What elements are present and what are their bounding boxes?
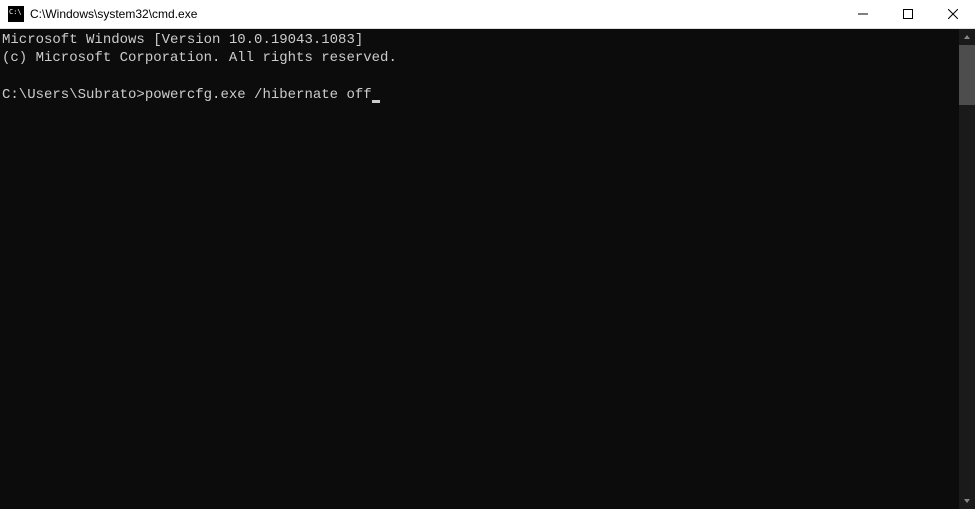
command-input[interactable]: powercfg.exe /hibernate off: [145, 87, 372, 103]
prompt: C:\Users\Subrato>: [2, 87, 145, 103]
scroll-thumb[interactable]: [959, 45, 975, 105]
close-button[interactable]: [930, 0, 975, 28]
vertical-scrollbar[interactable]: [959, 29, 975, 509]
chevron-down-icon: [963, 497, 971, 505]
window-title: C:\Windows\system32\cmd.exe: [30, 7, 840, 21]
version-line: Microsoft Windows [Version 10.0.19043.10…: [2, 32, 363, 48]
chevron-up-icon: [963, 33, 971, 41]
copyright-line: (c) Microsoft Corporation. All rights re…: [2, 50, 397, 66]
scroll-up-button[interactable]: [959, 29, 975, 45]
minimize-icon: [858, 9, 868, 19]
maximize-button[interactable]: [885, 0, 930, 28]
terminal-area: Microsoft Windows [Version 10.0.19043.10…: [0, 29, 975, 509]
terminal-output[interactable]: Microsoft Windows [Version 10.0.19043.10…: [0, 29, 959, 509]
maximize-icon: [903, 9, 913, 19]
cmd-icon: [8, 6, 24, 22]
close-icon: [948, 9, 958, 19]
titlebar: C:\Windows\system32\cmd.exe: [0, 0, 975, 29]
cursor: [372, 100, 380, 103]
minimize-button[interactable]: [840, 0, 885, 28]
window-controls: [840, 0, 975, 28]
scroll-down-button[interactable]: [959, 493, 975, 509]
